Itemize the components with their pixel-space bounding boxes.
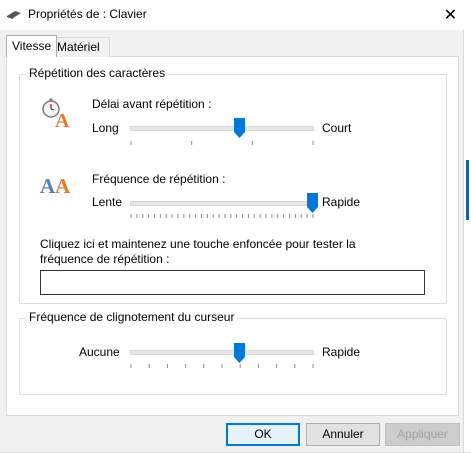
svg-text:A: A — [55, 110, 70, 129]
stopwatch-letter-a-icon: A — [42, 98, 70, 129]
window-edge-accent — [466, 160, 469, 220]
delay-min-label: Long — [92, 121, 119, 135]
svg-text:A: A — [40, 174, 56, 197]
repeat-test-input[interactable] — [40, 270, 425, 295]
rate-label: Fréquence de répétition : — [92, 172, 226, 186]
tab-vitesse[interactable]: Vitesse — [6, 35, 58, 57]
close-icon: ✕ — [443, 7, 458, 24]
keyboard-icon — [7, 11, 21, 19]
double-letter-a-icon: A A — [40, 174, 71, 197]
test-instructions: Cliquez ici et maintenez une touche enfo… — [40, 237, 356, 266]
tab-materiel[interactable]: Matériel — [52, 37, 110, 57]
rate-slider-track[interactable] — [130, 201, 314, 206]
delay-label: Délai avant répétition : — [92, 97, 212, 111]
svg-text:A: A — [55, 174, 71, 197]
delay-slider-track[interactable] — [130, 126, 314, 131]
repeat-group-title: Répétition des caractères — [26, 66, 169, 80]
cancel-button[interactable]: Annuler — [306, 423, 380, 446]
cursor-slider-thumb[interactable] — [233, 343, 245, 363]
close-button[interactable]: ✕ — [430, 0, 471, 30]
rate-slider-thumb[interactable] — [306, 193, 318, 213]
rate-slider-ticks — [130, 214, 314, 218]
window-edge — [463, 30, 471, 453]
rate-max-label: Rapide — [322, 195, 361, 209]
ok-button[interactable]: OK — [226, 423, 300, 446]
apply-button[interactable]: Appliquer — [385, 423, 460, 446]
window-title: Propriétés de : Clavier — [28, 7, 147, 21]
delay-max-label: Court — [322, 121, 352, 135]
cursor-slider-track[interactable] — [130, 350, 314, 355]
cursor-max-label: Rapide — [322, 345, 361, 359]
cursor-min-label: Aucune — [79, 345, 120, 359]
delay-slider-ticks — [130, 141, 314, 145]
rate-min-label: Lente — [92, 195, 123, 209]
cursor-blink-group-title: Fréquence de clignotement du curseur — [26, 310, 238, 324]
cursor-slider-ticks — [130, 364, 314, 368]
delay-slider-thumb[interactable] — [233, 118, 245, 138]
